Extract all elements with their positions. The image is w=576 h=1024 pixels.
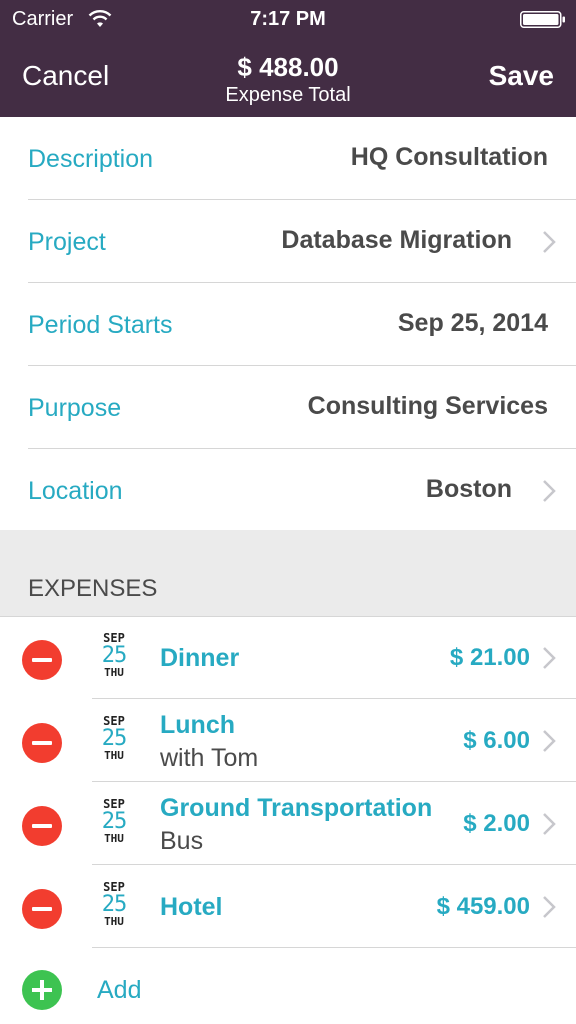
calendar-date-icon: SEP 25 THU — [96, 715, 132, 762]
expenses-section-title: EXPENSES — [28, 575, 158, 602]
description-row[interactable]: Description HQ Consultation — [0, 117, 576, 200]
header: Carrier 7:17 PM Cancel $ 488.00 Expense … — [0, 0, 576, 117]
expense-weekday: THU — [104, 915, 124, 928]
expense-note: Bus — [160, 827, 204, 855]
expense-weekday: THU — [104, 749, 124, 762]
expense-name: Dinner — [160, 644, 240, 672]
chevron-right-icon — [543, 480, 556, 502]
purpose-label: Purpose — [28, 394, 122, 422]
expense-row-lunch[interactable]: SEP 25 THU Lunch with Tom $ 6.00 — [0, 699, 576, 782]
expense-amount: $ 6.00 — [463, 727, 530, 754]
expense-row-dinner[interactable]: SEP 25 THU Dinner $ 21.00 — [0, 616, 576, 699]
expense-name: Hotel — [160, 893, 223, 921]
chevron-right-icon — [543, 730, 556, 752]
delete-minus-icon[interactable] — [22, 889, 62, 929]
chevron-right-icon — [543, 813, 556, 835]
expense-amount: $ 2.00 — [463, 810, 530, 837]
navigation-bar: Cancel $ 488.00 Expense Total Save — [0, 40, 576, 117]
delete-minus-icon[interactable] — [22, 640, 62, 680]
project-row[interactable]: Project Database Migration — [0, 200, 576, 283]
battery-icon — [520, 11, 565, 28]
calendar-date-icon: SEP 25 THU — [96, 881, 132, 928]
expense-weekday: THU — [104, 832, 124, 845]
add-plus-icon[interactable] — [22, 970, 62, 1010]
period-starts-row[interactable]: Period Starts Sep 25, 2014 — [0, 283, 576, 366]
add-expense-row[interactable]: Add — [0, 948, 576, 1024]
purpose-row[interactable]: Purpose Consulting Services — [0, 366, 576, 449]
purpose-value[interactable]: Consulting Services — [308, 392, 548, 421]
expense-name: Lunch — [160, 711, 235, 739]
description-value[interactable]: HQ Consultation — [351, 143, 548, 172]
expense-day: 25 — [101, 892, 128, 917]
project-label: Project — [28, 228, 106, 256]
calendar-date-icon: SEP 25 THU — [96, 632, 132, 679]
delete-minus-icon[interactable] — [22, 806, 62, 846]
expense-amount: $ 21.00 — [449, 644, 530, 671]
expense-day: 25 — [101, 726, 128, 751]
period-starts-value[interactable]: Sep 25, 2014 — [398, 309, 548, 338]
expense-note: with Tom — [160, 744, 259, 772]
expense-row-ground-transportation[interactable]: SEP 25 THU Ground Transportation Bus $ 2… — [0, 782, 576, 865]
save-button[interactable]: Save — [489, 60, 554, 92]
add-expense-button[interactable]: Add — [97, 976, 141, 1005]
delete-minus-icon[interactable] — [22, 723, 62, 763]
status-bar: Carrier 7:17 PM — [0, 0, 576, 40]
expense-weekday: THU — [104, 666, 124, 679]
expense-day: 25 — [101, 809, 128, 834]
period-starts-label: Period Starts — [28, 311, 173, 339]
location-row[interactable]: Location Boston — [0, 449, 576, 532]
project-value: Database Migration — [281, 226, 512, 254]
status-time: 7:17 PM — [250, 8, 326, 30]
calendar-date-icon: SEP 25 THU — [96, 798, 132, 845]
chevron-right-icon — [543, 896, 556, 918]
expense-day: 25 — [101, 643, 128, 668]
expense-name: Ground Transportation — [160, 794, 433, 822]
expense-amount: $ 459.00 — [436, 893, 530, 920]
chevron-right-icon — [543, 231, 556, 253]
expenses-section-header: EXPENSES — [0, 530, 576, 616]
chevron-right-icon — [543, 647, 556, 669]
description-label: Description — [28, 145, 154, 173]
location-label: Location — [28, 477, 123, 505]
expense-row-hotel[interactable]: SEP 25 THU Hotel $ 459.00 — [0, 865, 576, 948]
expenses-list: SEP 25 THU Dinner $ 21.00 SEP 25 THU Lun… — [0, 616, 576, 948]
expense-report-form: Description HQ Consultation Project Data… — [0, 117, 576, 532]
location-value: Boston — [425, 475, 512, 503]
